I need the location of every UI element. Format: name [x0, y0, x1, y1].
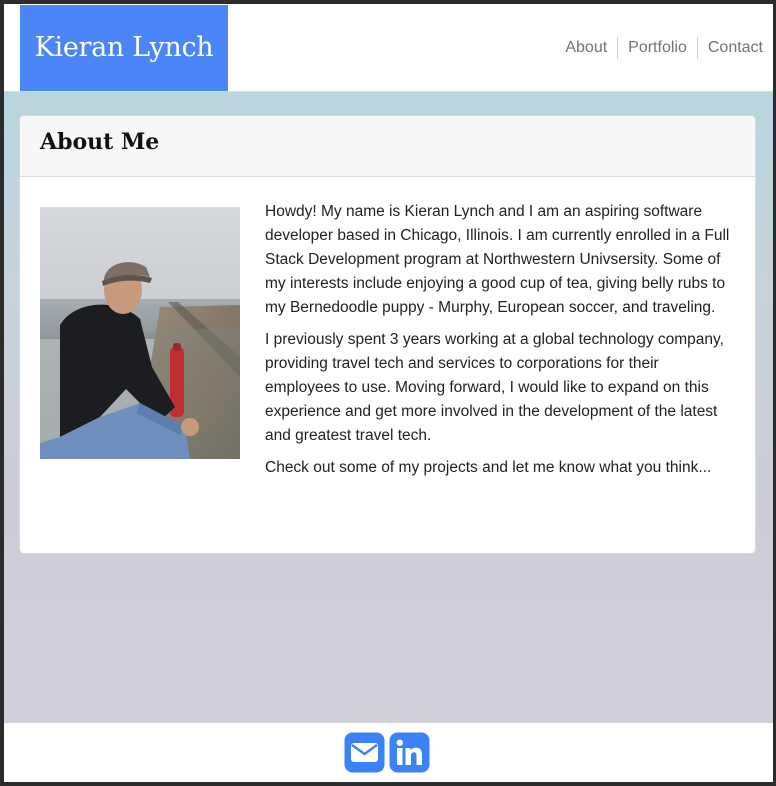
email-link[interactable] — [344, 732, 385, 773]
nav-link-about[interactable]: About — [555, 37, 617, 59]
nav-links: About Portfolio Contact — [555, 37, 767, 59]
footer — [4, 723, 773, 782]
about-card: About Me Howdy! My name is Kieran Lynch … — [19, 115, 756, 554]
profile-photo-image — [40, 207, 240, 459]
page-viewport: Kieran Lynch About Portfolio Contact Abo… — [4, 4, 773, 782]
about-card-body: Howdy! My name is Kieran Lynch and I am … — [20, 177, 755, 480]
bio-paragraph-3: Check out some of my projects and let me… — [265, 459, 712, 476]
about-card-header: About Me — [20, 116, 755, 177]
navbar: Kieran Lynch About Portfolio Contact — [4, 4, 773, 92]
linkedin-link[interactable] — [389, 732, 430, 773]
nav-link-portfolio[interactable]: Portfolio — [617, 37, 697, 59]
envelope-icon — [344, 732, 385, 773]
about-title: About Me — [40, 129, 160, 155]
profile-photo — [40, 207, 240, 459]
nav-link-contact[interactable]: Contact — [696, 37, 767, 59]
linkedin-icon — [389, 732, 430, 773]
brand-logo[interactable]: Kieran Lynch — [20, 5, 228, 91]
